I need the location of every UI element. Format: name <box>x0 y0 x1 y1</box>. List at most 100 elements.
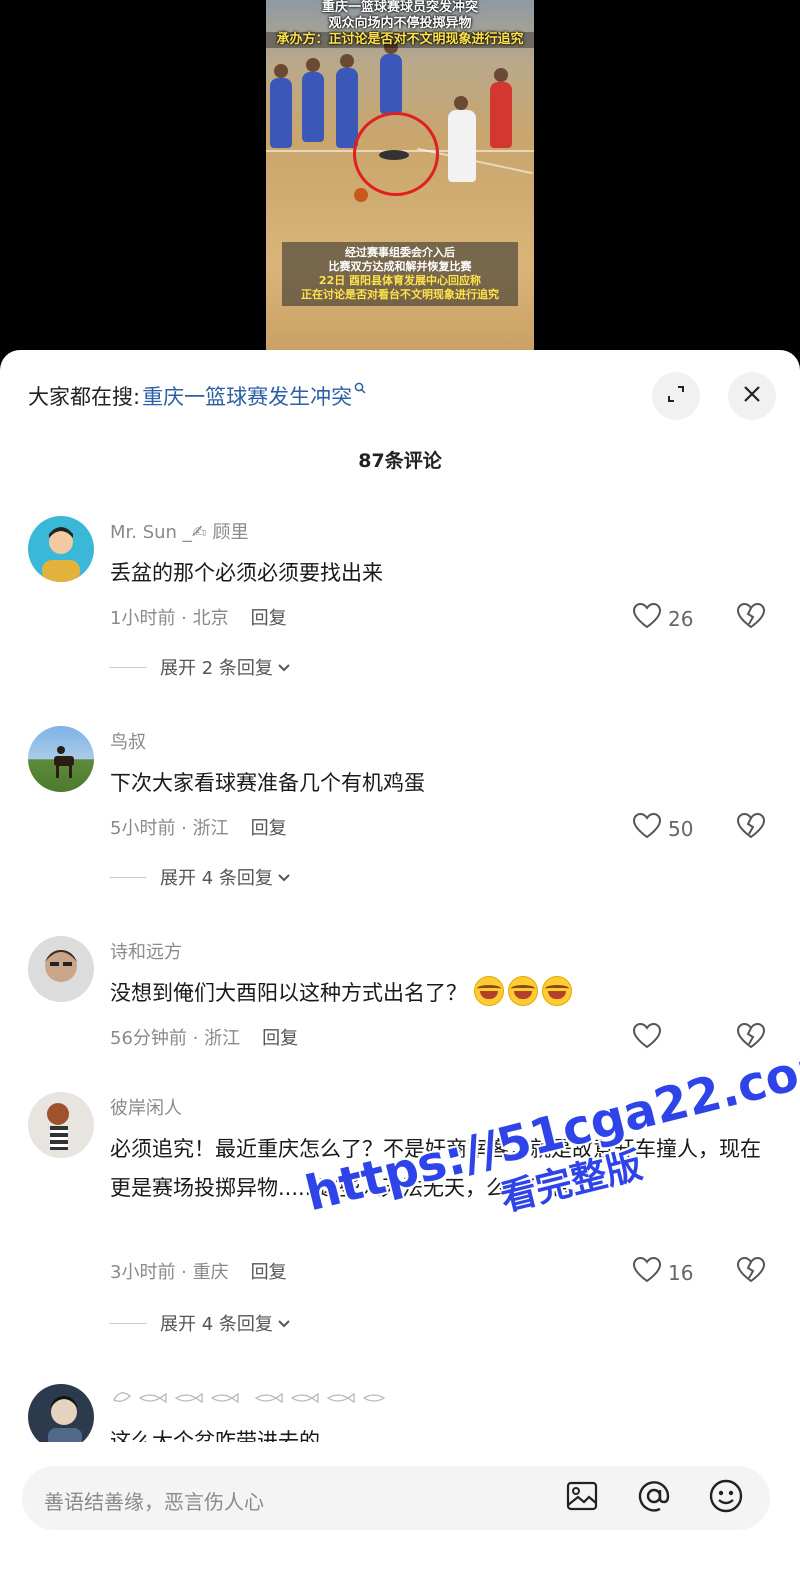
emoji-icon <box>709 1479 743 1517</box>
player-head <box>274 64 288 78</box>
close-icon <box>742 384 762 408</box>
comment-meta: 56分钟前 · 浙江 回复 <box>110 1024 298 1050</box>
chevron-down-icon <box>277 1313 291 1334</box>
player-figure <box>448 110 476 182</box>
avatar[interactable] <box>28 516 94 582</box>
heart-icon <box>632 1022 668 1055</box>
expand-replies-label: 展开 2 条回复 <box>160 658 273 679</box>
video-caption-box: 经过赛事组委会介入后 比赛双方达成和解并恢复比赛 22日 酉阳县体育发展中心回应… <box>282 242 518 306</box>
comment-text: 下次大家看球赛准备几个有机鸡蛋 <box>110 771 425 795</box>
caption-line: 正在讨论是否对看台不文明现象进行追究 <box>301 288 499 301</box>
reply-button[interactable]: 回复 <box>251 818 287 839</box>
trending-search-link[interactable]: 重庆一篮球赛发生冲突 <box>142 381 352 411</box>
image-button[interactable] <box>564 1480 600 1516</box>
comment-time-location: 56分钟前 · 浙江 <box>110 1028 241 1049</box>
broken-heart-icon <box>736 812 766 844</box>
avatar[interactable] <box>28 1384 94 1450</box>
expand-icon <box>665 383 687 409</box>
heart-icon <box>632 1256 668 1289</box>
player-head <box>454 96 468 110</box>
close-button[interactable] <box>728 372 776 420</box>
caption-line: 经过赛事组委会介入后 <box>345 246 455 259</box>
comment-meta: 3小时前 · 重庆 回复 <box>110 1258 287 1284</box>
expand-replies-button[interactable]: 展开 2 条回复 <box>110 654 291 680</box>
expand-replies-button[interactable]: 展开 4 条回复 <box>110 864 291 890</box>
like-count: 16 <box>668 1260 694 1285</box>
player-figure <box>302 72 324 142</box>
at-icon <box>637 1479 671 1517</box>
video-frame: 重庆一篮球赛球员突发冲突 观众向场内不停投掷异物 承办方：正讨论是否对不文明现象… <box>266 0 534 355</box>
comment-input-bar: 善语结善缘，恶言伤人心 <box>0 1442 800 1583</box>
comment-input[interactable]: 善语结善缘，恶言伤人心 <box>22 1466 770 1530</box>
avatar[interactable] <box>28 936 94 1002</box>
caption-line: 重庆一篮球赛球员突发冲突 <box>321 0 478 15</box>
tears-of-joy-emoji-icon <box>473 976 504 1006</box>
avatar[interactable] <box>28 726 94 792</box>
player-figure <box>380 54 402 114</box>
expand-replies-label: 展开 4 条回复 <box>160 868 273 889</box>
player-head <box>306 58 320 72</box>
comment-text: 丢盆的那个必须必须要找出来 <box>110 561 383 585</box>
comment-count: 87条评论 <box>358 450 442 472</box>
player-head <box>340 54 354 68</box>
comment-time-location: 5小时前 · 浙江 <box>110 818 229 839</box>
trending-search[interactable]: 大家都在搜: 重庆一篮球赛发生冲突 <box>28 376 366 416</box>
caption-line: 22日 酉阳县体育发展中心回应称 <box>318 274 482 287</box>
like-button[interactable]: 50 <box>632 812 693 845</box>
reply-button[interactable]: 回复 <box>262 1028 298 1049</box>
tears-of-joy-emoji-icon <box>507 976 538 1006</box>
dislike-button[interactable] <box>736 1022 766 1054</box>
expand-button[interactable] <box>652 372 700 420</box>
like-button[interactable]: 26 <box>632 602 693 635</box>
divider <box>110 876 146 878</box>
basketball <box>354 188 368 202</box>
comment-input-placeholder: 善语结善缘，恶言伤人心 <box>44 1490 264 1514</box>
player-figure <box>336 68 358 148</box>
comment-text-body: 没想到俺们大酉阳以这种方式出名了？ <box>110 981 467 1005</box>
chevron-down-icon <box>277 657 291 678</box>
like-button[interactable] <box>632 1022 668 1055</box>
broken-heart-icon <box>736 602 766 634</box>
like-count: 50 <box>668 816 694 841</box>
dislike-button[interactable] <box>736 1256 766 1288</box>
expand-replies-button[interactable]: 展开 4 条回复 <box>110 1310 291 1336</box>
video-caption-top: 重庆一篮球赛球员突发冲突 观众向场内不停投掷异物 承办方：正讨论是否对不文明现象… <box>266 0 534 48</box>
broken-heart-icon <box>736 1256 766 1288</box>
comment-time-location: 1小时前 · 北京 <box>110 608 229 629</box>
like-button[interactable]: 16 <box>632 1256 693 1289</box>
comment-text: 必须追究！最近重庆怎么了？不是奸商宰客，就是故意开车撞人，现在更是赛场投掷异物.… <box>110 1137 761 1200</box>
video-player[interactable]: 重庆一篮球赛球员突发冲突 观众向场内不停投掷异物 承办方：正讨论是否对不文明现象… <box>0 0 800 360</box>
image-icon <box>566 1481 598 1515</box>
avatar[interactable] <box>28 1092 94 1158</box>
comment-username[interactable] <box>110 1384 390 1413</box>
like-count: 26 <box>668 606 694 631</box>
heart-icon <box>632 812 668 845</box>
comments-sheet: 大家都在搜: 重庆一篮球赛发生冲突 87条评论 Mr. Sun _✍ 顾里 丢盆… <box>0 350 800 1583</box>
player-head <box>494 68 508 82</box>
dislike-button[interactable] <box>736 602 766 634</box>
divider <box>110 1322 146 1324</box>
reply-button[interactable]: 回复 <box>251 1262 287 1283</box>
search-icon <box>354 382 366 398</box>
caption-line: 比赛双方达成和解并恢复比赛 <box>328 260 472 273</box>
player-figure <box>490 82 512 148</box>
comment-meta: 1小时前 · 北京 回复 <box>110 604 287 630</box>
caption-line: 承办方：正讨论是否对不文明现象进行追究 <box>266 32 534 48</box>
comment-username[interactable]: 彼岸闲人 <box>110 1094 182 1120</box>
comment-username[interactable]: Mr. Sun _✍ 顾里 <box>110 518 249 544</box>
comment-time-location: 3小时前 · 重庆 <box>110 1262 229 1283</box>
broken-heart-icon <box>736 1022 766 1054</box>
caption-line: 观众向场内不停投掷异物 <box>328 16 472 31</box>
trending-search-prefix: 大家都在搜: <box>28 385 141 409</box>
comment-username[interactable]: 诗和远方 <box>110 938 182 964</box>
chevron-down-icon <box>277 867 291 888</box>
highlight-circle <box>353 112 439 196</box>
reply-button[interactable]: 回复 <box>251 608 287 629</box>
comment-username[interactable]: 鸟叔 <box>110 728 146 754</box>
player-figure <box>270 78 292 148</box>
mention-button[interactable] <box>636 1480 672 1516</box>
tears-of-joy-emoji-icon <box>541 976 572 1006</box>
dislike-button[interactable] <box>736 812 766 844</box>
comment-text: 没想到俺们大酉阳以这种方式出名了？ <box>110 974 780 1013</box>
emoji-button[interactable] <box>708 1479 744 1517</box>
